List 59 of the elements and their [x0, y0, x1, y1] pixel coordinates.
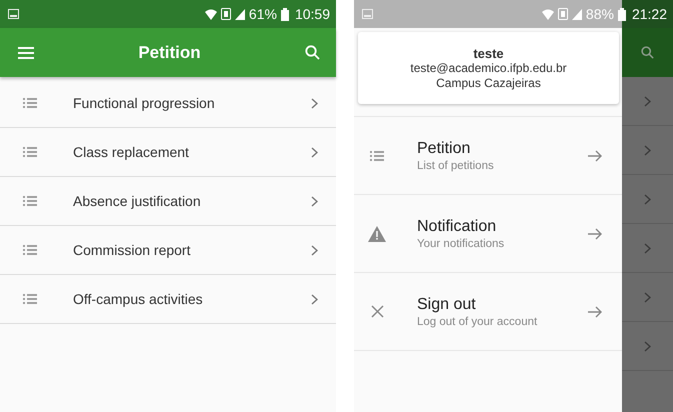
user-campus: Campus Cazajeiras	[436, 76, 541, 90]
petition-type: Off-campus activities	[73, 291, 204, 307]
petition-type: Absence justification	[73, 193, 202, 209]
arrow-right-icon	[588, 150, 602, 162]
search-icon	[641, 46, 654, 59]
signal-icon	[234, 8, 245, 20]
chevron-icon	[644, 242, 651, 254]
user-name: teste	[473, 46, 504, 62]
list-item[interactable]: Off-campus activities	[0, 275, 336, 324]
signal-icon	[572, 8, 582, 20]
battery-icon	[280, 8, 289, 20]
battery-percent: 61%	[248, 6, 277, 22]
menu-item-subtitle: Log out of your account	[417, 316, 538, 328]
list-icon	[23, 98, 37, 108]
petition-type: Functional progression	[73, 95, 216, 111]
sim-icon	[558, 8, 568, 20]
wifi-icon	[204, 8, 217, 20]
chevron-icon	[644, 292, 651, 302]
warning-icon	[368, 226, 386, 242]
user-email: teste@academico.ifpb.edu.br	[410, 61, 567, 76]
list-icon	[23, 196, 37, 206]
notification-icon	[362, 9, 373, 19]
list-item[interactable]: Class replacement	[0, 128, 336, 177]
chevron-icon	[644, 96, 651, 106]
menu-item-title: Notification	[417, 218, 498, 236]
notification-icon	[8, 9, 19, 19]
chevron-icon	[644, 194, 651, 204]
wifi-icon	[542, 8, 554, 20]
battery-percent: 88%	[586, 6, 614, 22]
chevron-icon	[311, 98, 318, 108]
search-icon[interactable]	[305, 45, 320, 60]
list-icon	[23, 294, 37, 304]
menu-item-subtitle: Your notifications	[417, 238, 506, 250]
list-item[interactable]: Absence justification	[0, 177, 336, 226]
list-item[interactable]: Commission report	[0, 226, 336, 275]
clock: 10:59	[294, 6, 330, 22]
clock: 21:22	[632, 6, 667, 22]
menu-icon[interactable]	[18, 46, 34, 58]
sim-icon	[220, 8, 231, 20]
chevron-icon	[644, 340, 651, 352]
chevron-icon	[311, 294, 318, 304]
list-icon	[23, 245, 37, 255]
close-icon	[370, 305, 384, 318]
menu-item-title: Petition	[417, 140, 472, 158]
chevron-icon	[311, 244, 318, 256]
screen-title: Petition	[137, 42, 202, 62]
arrow-right-icon	[588, 306, 602, 318]
chevron-icon	[311, 196, 318, 206]
chevron-icon	[311, 146, 318, 158]
petition-type: Commission report	[73, 242, 192, 258]
menu-item-subtitle: List of petitions	[417, 160, 495, 172]
petition-type: Class replacement	[73, 144, 190, 160]
list-item[interactable]: Functional progression	[0, 79, 336, 128]
menu-item-title: Sign out	[417, 296, 477, 314]
battery-icon	[618, 8, 626, 20]
arrow-right-icon	[588, 228, 602, 240]
chevron-icon	[644, 144, 651, 156]
list-icon	[23, 147, 37, 157]
list-icon	[370, 150, 384, 160]
